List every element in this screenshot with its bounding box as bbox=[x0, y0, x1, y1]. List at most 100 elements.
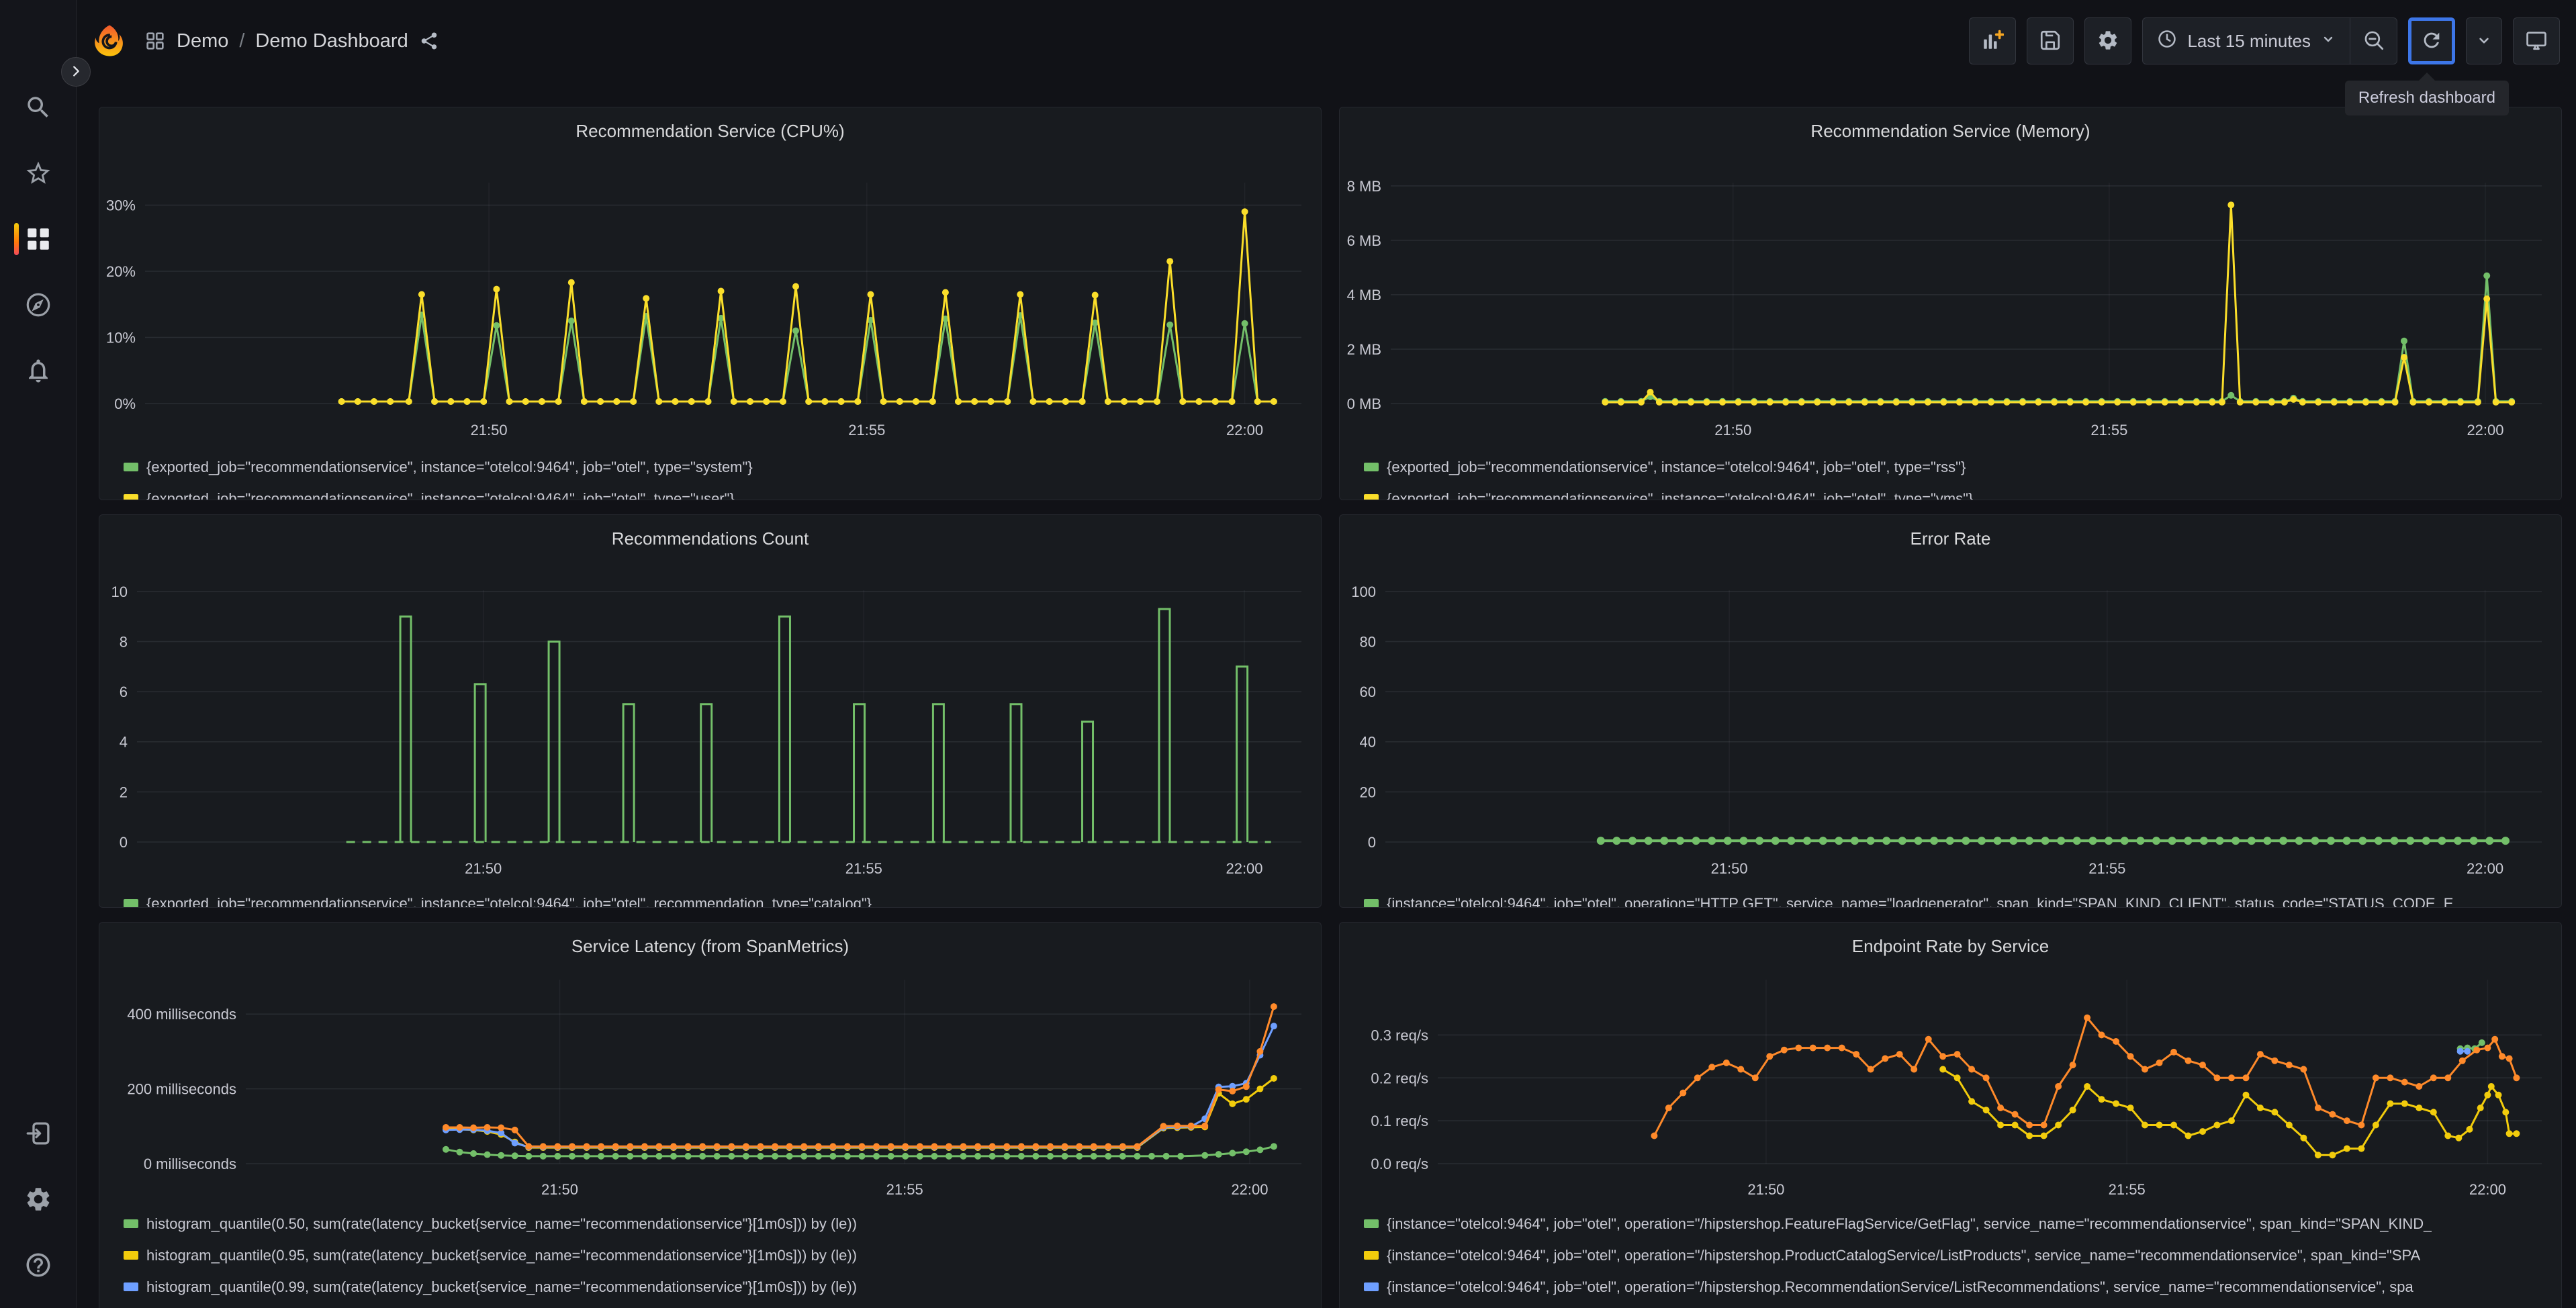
svg-text:21:55: 21:55 bbox=[2088, 860, 2125, 877]
legend-color-swatch bbox=[124, 1219, 138, 1228]
sidebar-item-star[interactable] bbox=[10, 158, 66, 188]
svg-text:0.3 req/s: 0.3 req/s bbox=[1371, 1027, 1428, 1043]
breadcrumb: Demo / Demo Dashboard bbox=[144, 30, 439, 52]
time-range-picker[interactable]: Last 15 minutes bbox=[2143, 18, 2350, 64]
legend-color-swatch bbox=[124, 899, 138, 907]
legend-item[interactable]: histogram_quantile(0.95, sum(rate(latenc… bbox=[124, 1240, 857, 1271]
panel-chart[interactable]: 0 20 40 60 80 100 21:50 21:55 22:00 bbox=[1340, 515, 2562, 908]
svg-text:60: 60 bbox=[1360, 684, 1376, 700]
sidebar-item-explore-compass[interactable] bbox=[10, 290, 66, 320]
clock-icon bbox=[2156, 28, 2178, 54]
svg-text:10%: 10% bbox=[106, 329, 136, 346]
grafana-logo[interactable] bbox=[88, 19, 131, 62]
legend-item[interactable]: histogram_quantile(0.99, sum(rate(latenc… bbox=[124, 1271, 857, 1303]
dashboard-panel: Endpoint Rate by Service 0.0 req/s 0.1 re… bbox=[1339, 922, 2562, 1308]
sidebar-item-alerting-bell[interactable] bbox=[10, 356, 66, 385]
legend-label: {exported_job="recommendationservice", i… bbox=[146, 489, 735, 500]
save-dashboard-icon bbox=[2039, 29, 2062, 54]
panel-chart[interactable]: 0 MB 2 MB 4 MB 6 MB 8 MB 21:50 21:55 22:00 bbox=[1340, 107, 2562, 500]
svg-text:22:00: 22:00 bbox=[1226, 422, 1263, 438]
svg-text:22:00: 22:00 bbox=[1231, 1181, 1268, 1198]
legend-item[interactable]: {instance="otelcol:9464", job="otel", op… bbox=[1364, 1303, 2441, 1308]
legend-color-swatch bbox=[1364, 463, 1379, 471]
legend-item[interactable]: {exported_job="recommendationservice", i… bbox=[1364, 451, 1966, 483]
legend-color-swatch bbox=[1364, 1282, 1379, 1291]
svg-text:21:50: 21:50 bbox=[471, 422, 508, 438]
dashboards-grid-icon bbox=[144, 30, 166, 52]
legend-item[interactable]: {exported_job="recommendationservice", i… bbox=[124, 483, 735, 500]
active-indicator bbox=[13, 223, 19, 255]
legend-label: {instance="otelcol:9464", job="otel", op… bbox=[1387, 1246, 2421, 1264]
tooltip-text: Refresh dashboard bbox=[2358, 89, 2495, 107]
tv-monitor-icon bbox=[2525, 29, 2548, 54]
sidebar-item-settings-gear[interactable] bbox=[10, 1184, 66, 1214]
cycle-view-mode-button[interactable] bbox=[2513, 17, 2560, 64]
svg-text:0.1 req/s: 0.1 req/s bbox=[1371, 1113, 1428, 1129]
svg-text:21:50: 21:50 bbox=[465, 860, 502, 877]
legend-item[interactable]: {exported_job="recommendationservice", i… bbox=[124, 451, 753, 483]
dashboard-settings-button[interactable] bbox=[2084, 17, 2132, 64]
panel-chart[interactable]: 0% 10% 20% 30% 21:50 21:55 22:00 bbox=[99, 107, 1322, 500]
legend-item[interactable]: histogram_quantile(0.999, sum(rate(laten… bbox=[124, 1303, 865, 1308]
svg-text:21:55: 21:55 bbox=[848, 422, 885, 438]
svg-text:22:00: 22:00 bbox=[2467, 860, 2503, 877]
svg-text:0%: 0% bbox=[114, 395, 136, 412]
breadcrumb-page-title[interactable]: Demo Dashboard bbox=[255, 30, 408, 52]
legend-item[interactable]: histogram_quantile(0.50, sum(rate(latenc… bbox=[124, 1208, 857, 1240]
svg-text:80: 80 bbox=[1360, 633, 1376, 650]
alerting-bell-icon bbox=[24, 357, 52, 385]
share-dashboard-icon[interactable] bbox=[419, 31, 439, 51]
legend-item[interactable]: {instance="otelcol:9464", job="otel", op… bbox=[1364, 1271, 2413, 1303]
svg-text:21:50: 21:50 bbox=[1747, 1181, 1784, 1198]
refresh-dashboard-button[interactable] bbox=[2408, 17, 2455, 64]
legend-color-swatch bbox=[1364, 1219, 1379, 1228]
svg-text:21:50: 21:50 bbox=[541, 1181, 578, 1198]
legend-label: {exported_job="recommendationservice", i… bbox=[146, 894, 872, 908]
zoom-out-time-button[interactable] bbox=[2350, 18, 2397, 64]
time-range-label: Last 15 minutes bbox=[2187, 30, 2311, 51]
svg-text:10: 10 bbox=[111, 583, 128, 600]
legend-item[interactable]: {instance="otelcol:9464", job="otel", op… bbox=[1364, 1240, 2420, 1271]
sidebar-item-help[interactable] bbox=[10, 1250, 66, 1280]
dashboard-panel: Recommendation Service (CPU%) 0% 10% 20% 30… bbox=[99, 107, 1322, 500]
sidebar-item-search[interactable] bbox=[10, 93, 66, 122]
sidebar-item-sign-in[interactable] bbox=[10, 1119, 66, 1148]
svg-text:6 MB: 6 MB bbox=[1347, 232, 1381, 249]
svg-text:4: 4 bbox=[120, 734, 128, 751]
refresh-interval-dropdown[interactable] bbox=[2466, 17, 2502, 64]
sidebar-expand-button[interactable] bbox=[61, 57, 91, 87]
svg-text:21:55: 21:55 bbox=[2090, 422, 2127, 438]
legend-item[interactable]: {instance="otelcol:9464", job="otel", op… bbox=[1364, 888, 2453, 907]
save-dashboard-button[interactable] bbox=[2027, 17, 2074, 64]
legend-label: histogram_quantile(0.95, sum(rate(latenc… bbox=[146, 1246, 858, 1264]
legend-label: histogram_quantile(0.99, sum(rate(latenc… bbox=[146, 1278, 858, 1295]
svg-text:0: 0 bbox=[120, 834, 128, 851]
top-navbar: Demo / Demo Dashboard Last 15 minutes bbox=[76, 0, 2576, 82]
legend-color-swatch bbox=[124, 1251, 138, 1260]
zoom-out-icon bbox=[2362, 29, 2385, 54]
svg-text:21:50: 21:50 bbox=[1714, 422, 1751, 438]
sidebar bbox=[0, 0, 77, 1308]
dashboard-settings-icon bbox=[2097, 29, 2119, 54]
legend-item[interactable]: {exported_job="recommendationservice", i… bbox=[124, 888, 872, 908]
add-panel-button[interactable] bbox=[1969, 17, 2017, 64]
svg-text:20%: 20% bbox=[106, 263, 136, 280]
legend-item[interactable]: {instance="otelcol:9464", job="otel", op… bbox=[1364, 1208, 2432, 1240]
panel-chart[interactable]: 0 2 4 6 8 10 21:50 21:55 22:00 bbox=[99, 515, 1322, 908]
svg-text:100: 100 bbox=[1351, 583, 1376, 600]
svg-text:22:00: 22:00 bbox=[2467, 422, 2503, 438]
sidebar-bottom-items bbox=[0, 1119, 76, 1308]
svg-text:21:55: 21:55 bbox=[2109, 1181, 2146, 1198]
tooltip-refresh-dashboard: Refresh dashboard bbox=[2344, 73, 2509, 115]
sidebar-top-items bbox=[0, 0, 76, 385]
sidebar-item-dashboards[interactable] bbox=[10, 223, 66, 255]
explore-compass-icon bbox=[24, 291, 52, 319]
svg-text:0.2 req/s: 0.2 req/s bbox=[1371, 1070, 1428, 1086]
legend-color-swatch bbox=[1364, 899, 1379, 907]
svg-text:20: 20 bbox=[1360, 784, 1376, 800]
legend-color-swatch bbox=[124, 494, 138, 500]
legend-item[interactable]: {exported_job="recommendationservice", i… bbox=[1364, 483, 1973, 500]
legend-label: {instance="otelcol:9464", job="otel", op… bbox=[1387, 1278, 2413, 1295]
dashboards-icon bbox=[24, 225, 52, 253]
breadcrumb-section[interactable]: Demo bbox=[177, 30, 228, 52]
